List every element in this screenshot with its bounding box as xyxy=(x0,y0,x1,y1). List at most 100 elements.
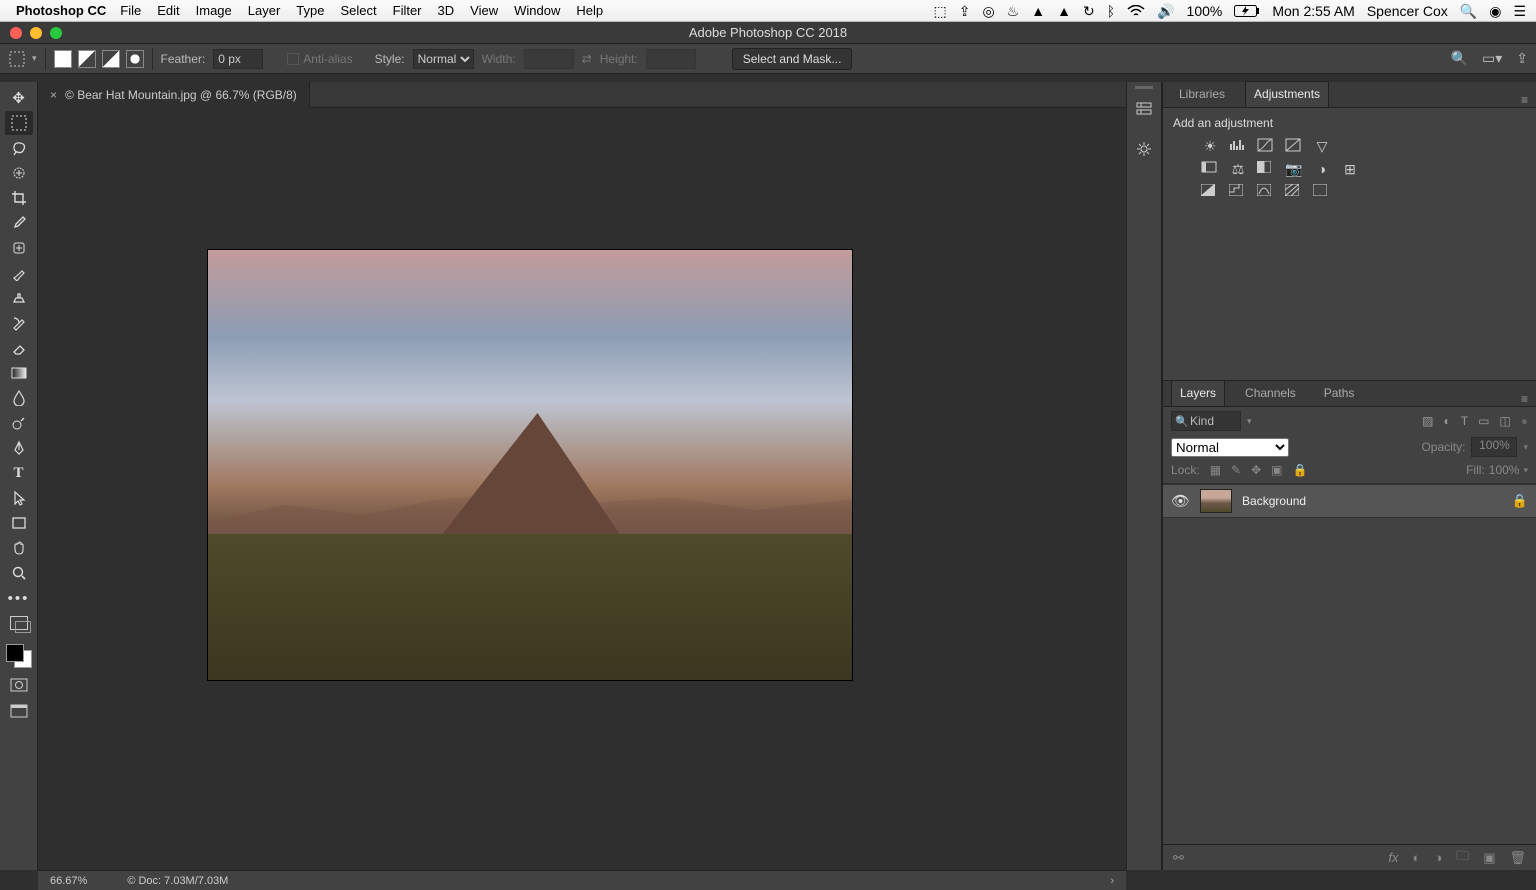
path-select-tool[interactable] xyxy=(5,486,33,510)
layer-mask-icon[interactable]: ◐ xyxy=(1412,850,1420,865)
triangle-icon[interactable]: ▲ xyxy=(1057,4,1071,18)
document-canvas[interactable] xyxy=(208,250,852,680)
hue-sat-icon[interactable] xyxy=(1201,161,1219,178)
menu-image[interactable]: Image xyxy=(196,3,232,18)
new-selection-button[interactable] xyxy=(54,50,72,68)
zoom-window-button[interactable] xyxy=(50,27,62,39)
layer-thumbnail[interactable] xyxy=(1200,489,1232,513)
minimize-window-button[interactable] xyxy=(30,27,42,39)
creative-cloud-icon[interactable]: ◎ xyxy=(982,4,994,18)
menu-type[interactable]: Type xyxy=(296,3,324,18)
style-select[interactable]: Normal xyxy=(413,49,474,69)
siri-icon[interactable]: ◉ xyxy=(1489,4,1501,18)
lasso-tool[interactable] xyxy=(5,136,33,160)
type-tool[interactable]: T xyxy=(5,461,33,485)
new-fill-adjust-icon[interactable]: ◑ xyxy=(1434,850,1442,865)
doc-info[interactable]: © Doc: 7.03M/7.03M xyxy=(127,875,228,887)
menu-edit[interactable]: Edit xyxy=(157,3,179,18)
brush-tool[interactable] xyxy=(5,261,33,285)
tab-libraries[interactable]: Libraries xyxy=(1171,82,1233,107)
add-selection-button[interactable] xyxy=(78,50,96,68)
zoom-level[interactable]: 66.67% xyxy=(50,875,87,887)
feather-input[interactable] xyxy=(213,49,263,69)
quick-mask-button[interactable] xyxy=(5,674,33,696)
edit-toolbar-button[interactable]: ••• xyxy=(5,586,33,610)
close-tab-icon[interactable]: × xyxy=(50,88,57,102)
lock-image-icon[interactable]: ✎ xyxy=(1231,463,1241,477)
notification-center-icon[interactable]: ☰ xyxy=(1513,4,1526,18)
tab-channels[interactable]: Channels xyxy=(1237,381,1304,406)
lock-transparency-icon[interactable]: ▦ xyxy=(1210,463,1221,477)
marquee-tool[interactable] xyxy=(5,111,33,135)
threshold-icon[interactable] xyxy=(1257,184,1275,196)
gradient-tool[interactable] xyxy=(5,361,33,385)
dropbox-icon[interactable]: ⬚ xyxy=(933,4,946,18)
layer-lock-icon[interactable]: 🔒 xyxy=(1512,493,1528,509)
warning-icon[interactable]: ▲ xyxy=(1031,4,1045,18)
clock[interactable]: Mon 2:55 AM xyxy=(1272,4,1355,18)
menu-view[interactable]: View xyxy=(470,3,498,18)
history-brush-tool[interactable] xyxy=(5,311,33,335)
color-balance-icon[interactable]: ⚖ xyxy=(1229,161,1247,178)
quick-select-tool[interactable] xyxy=(5,161,33,185)
menu-file[interactable]: File xyxy=(120,3,141,18)
screen-mode-button[interactable] xyxy=(5,700,33,722)
tab-paths[interactable]: Paths xyxy=(1316,381,1363,406)
levels-icon[interactable] xyxy=(1229,138,1247,155)
zoom-tool[interactable] xyxy=(5,561,33,585)
link-layers-icon[interactable]: ⚯ xyxy=(1173,850,1184,866)
filter-type-icon[interactable]: T xyxy=(1461,414,1468,428)
layer-name[interactable]: Background xyxy=(1242,494,1306,508)
exposure-icon[interactable] xyxy=(1285,138,1303,155)
default-colors-icon[interactable] xyxy=(5,611,33,635)
crop-tool[interactable] xyxy=(5,186,33,210)
user-name[interactable]: Spencer Cox xyxy=(1367,4,1448,18)
volume-icon[interactable]: 🔊 xyxy=(1157,4,1174,18)
menu-filter[interactable]: Filter xyxy=(393,3,422,18)
tab-adjustments[interactable]: Adjustments xyxy=(1245,81,1329,107)
hand-tool[interactable] xyxy=(5,536,33,560)
workspace-switcher-icon[interactable]: ▭▾ xyxy=(1482,50,1502,67)
menu-3d[interactable]: 3D xyxy=(438,3,455,18)
eraser-tool[interactable] xyxy=(5,336,33,360)
filter-pixel-icon[interactable]: ▨ xyxy=(1422,414,1433,428)
canvas-area[interactable] xyxy=(38,108,1126,870)
layers-panel-menu-icon[interactable]: ≡ xyxy=(1521,392,1528,406)
filter-shape-icon[interactable]: ▭ xyxy=(1478,414,1489,428)
opacity-value[interactable]: 100% xyxy=(1471,437,1517,457)
intersect-selection-button[interactable] xyxy=(126,50,144,68)
brightness-contrast-icon[interactable]: ☀ xyxy=(1201,138,1219,155)
color-swatches[interactable] xyxy=(4,642,34,670)
spotlight-icon[interactable]: 🔍 xyxy=(1460,4,1477,18)
color-lookup-icon[interactable]: ⊞ xyxy=(1341,161,1359,178)
close-window-button[interactable] xyxy=(10,27,22,39)
blur-tool[interactable] xyxy=(5,386,33,410)
subtract-selection-button[interactable] xyxy=(102,50,120,68)
dodge-tool[interactable] xyxy=(5,411,33,435)
curves-icon[interactable] xyxy=(1257,138,1275,155)
drop-icon[interactable]: ♨ xyxy=(1007,4,1020,18)
delete-layer-icon[interactable]: 🗑 xyxy=(1509,850,1526,866)
history-panel-icon[interactable] xyxy=(1135,100,1153,118)
tab-layers[interactable]: Layers xyxy=(1171,380,1225,406)
bluetooth-icon[interactable]: ᛒ xyxy=(1107,4,1115,18)
filter-toggle-icon[interactable]: ● xyxy=(1521,414,1528,428)
wifi-icon[interactable] xyxy=(1127,5,1145,17)
invert-icon[interactable] xyxy=(1201,184,1219,196)
new-group-icon[interactable]: 🗀 xyxy=(1456,847,1469,869)
lock-all-icon[interactable]: 🔒 xyxy=(1293,463,1308,477)
vibrance-icon[interactable]: ▽ xyxy=(1313,138,1331,155)
app-name[interactable]: Photoshop CC xyxy=(16,3,106,18)
menu-select[interactable]: Select xyxy=(340,3,376,18)
new-layer-icon[interactable]: ▣ xyxy=(1483,850,1495,866)
channel-mixer-icon[interactable]: ◑ xyxy=(1313,161,1331,178)
status-menu-icon[interactable]: › xyxy=(1110,875,1114,887)
eyedropper-tool[interactable] xyxy=(5,211,33,235)
filter-adjust-icon[interactable]: ◐ xyxy=(1443,414,1450,428)
rectangle-tool[interactable] xyxy=(5,511,33,535)
sync-icon[interactable]: ⇪ xyxy=(959,4,971,18)
battery-icon[interactable] xyxy=(1234,5,1260,17)
blend-mode-select[interactable]: Normal xyxy=(1171,438,1289,457)
search-icon[interactable]: 🔍 xyxy=(1451,50,1468,67)
clone-stamp-tool[interactable] xyxy=(5,286,33,310)
